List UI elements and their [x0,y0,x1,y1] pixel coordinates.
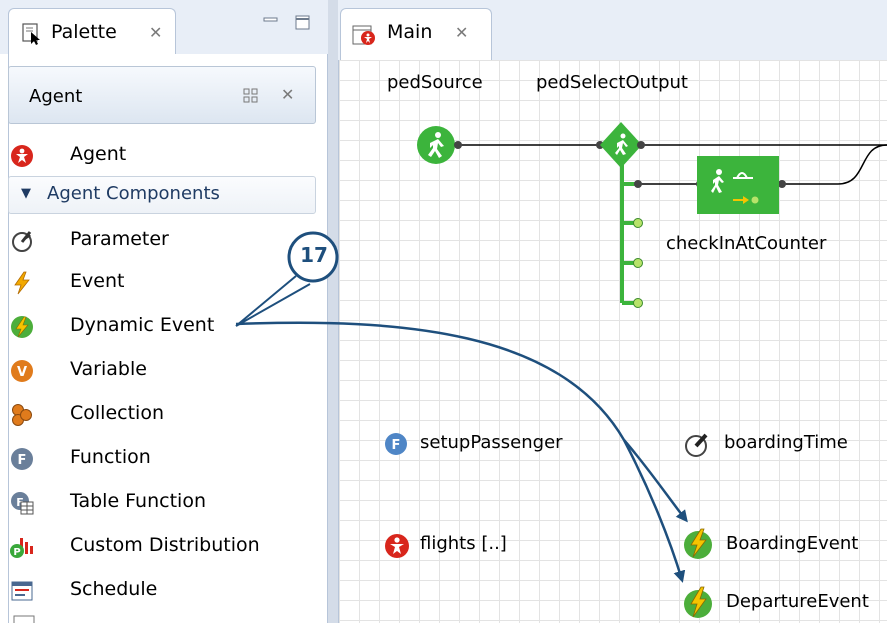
callout-number: 17 [300,243,328,267]
callout-arrows [235,275,688,583]
